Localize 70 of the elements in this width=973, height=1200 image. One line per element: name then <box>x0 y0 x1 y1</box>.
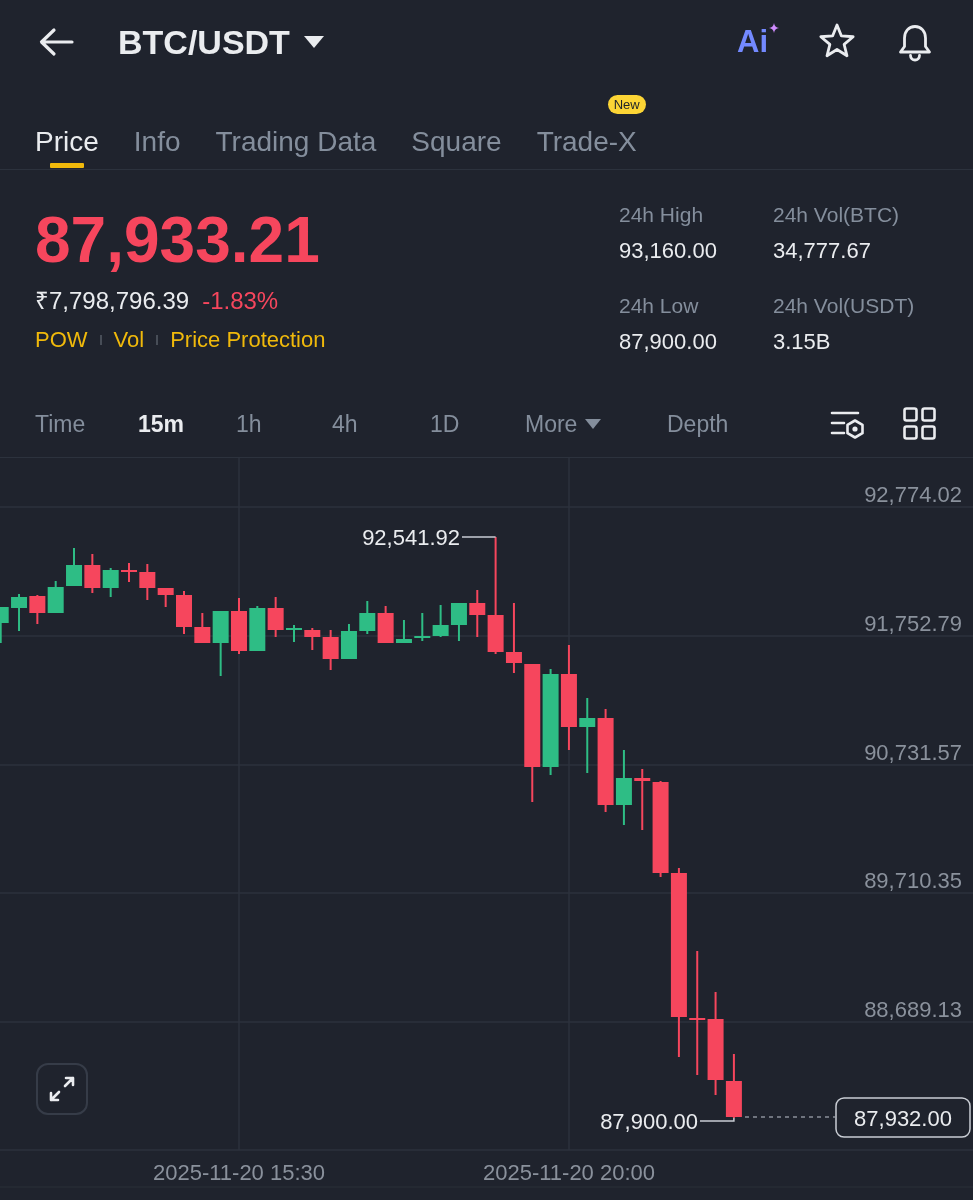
fullscreen-button[interactable] <box>36 1063 88 1115</box>
price-axis-label: 92,774.02 <box>864 482 962 507</box>
rising-candle <box>47 580 64 614</box>
price-axis-label: 88,689.13 <box>864 997 962 1022</box>
tag-link[interactable]: Vol <box>113 325 145 355</box>
falling-candle <box>377 605 394 644</box>
falling-candle <box>176 590 192 635</box>
rising-candle <box>212 610 229 677</box>
falling-candle <box>29 594 46 625</box>
expand-icon <box>47 1074 77 1104</box>
stat-value: 3.15B <box>773 328 832 356</box>
last-price-tag: 87,932.00 <box>835 1097 971 1138</box>
stat-value: 93,160.00 <box>619 237 718 265</box>
caret-icon <box>585 418 602 429</box>
tag-link[interactable]: POW <box>35 325 88 355</box>
rising-candle <box>286 624 302 643</box>
tab[interactable]: Trading Data <box>215 114 377 169</box>
falling-candle <box>194 612 211 644</box>
price-axis-label: 90,731.57 <box>864 739 962 765</box>
stat-label: 24h Low <box>619 293 700 319</box>
interval-tab[interactable]: 15m <box>138 408 185 439</box>
stat-value: 87,900.00 <box>619 328 718 356</box>
interval-tab[interactable]: Time <box>35 408 86 439</box>
price-change: -1.83% <box>202 286 279 316</box>
rising-candle <box>102 567 119 598</box>
falling-candle <box>231 597 247 655</box>
high-price-label: 92,541.92 <box>362 525 460 550</box>
time-axis-label: 2025-11-20 20:00 <box>482 1160 656 1185</box>
rising-candle <box>414 612 431 642</box>
rising-candle <box>340 623 357 660</box>
rising-candle <box>11 593 28 632</box>
last-price: 87,933.21 <box>35 205 321 275</box>
ai-button[interactable]: Ai <box>737 25 779 59</box>
price-axis-label: 89,710.35 <box>864 868 962 894</box>
falling-candle <box>267 596 284 638</box>
leader-line <box>699 1117 735 1122</box>
stat-label: 24h Vol(BTC) <box>773 202 901 228</box>
stat-value: 34,777.67 <box>773 237 872 265</box>
rising-candle <box>450 602 467 642</box>
sparkle-icon <box>769 23 779 33</box>
time-axis-label: 2025-11-20 15:30 <box>152 1160 326 1185</box>
fiat-price: ₹7,798,796.39 <box>35 286 190 316</box>
tab-badge: New <box>607 95 646 114</box>
price-axis-label: 91,752.79 <box>864 610 962 636</box>
stat-label: 24h High <box>619 202 705 228</box>
tab[interactable]: Price <box>35 114 99 169</box>
falling-candle <box>84 553 101 594</box>
rising-candle <box>0 606 9 644</box>
interval-tab[interactable]: 1D <box>430 408 460 439</box>
interval-tab[interactable]: 4h <box>332 408 358 439</box>
low-price-label: 87,900.00 <box>600 1109 698 1134</box>
tab[interactable]: Trade-X <box>536 114 637 169</box>
tab[interactable]: Info <box>133 114 181 169</box>
falling-candle <box>121 562 137 583</box>
back-icon[interactable] <box>38 27 74 57</box>
rising-candle <box>395 619 412 644</box>
pair-selector[interactable]: BTC/USDT <box>118 22 324 62</box>
grid-icon[interactable] <box>903 407 936 440</box>
caret-icon <box>303 36 324 48</box>
tab[interactable]: Square <box>411 114 502 169</box>
rising-candle <box>432 604 449 638</box>
stat-label: 24h Vol(USDT) <box>773 293 916 319</box>
rising-candle <box>249 605 266 652</box>
rising-candle <box>66 547 82 587</box>
leader-line <box>461 536 497 538</box>
interval-menu[interactable]: More <box>525 408 602 439</box>
interval-tab[interactable]: Depth <box>667 408 729 439</box>
tag-link[interactable]: Price Protection <box>170 325 326 355</box>
rising-candle <box>359 600 376 635</box>
interval-tab[interactable]: 1h <box>236 408 262 439</box>
